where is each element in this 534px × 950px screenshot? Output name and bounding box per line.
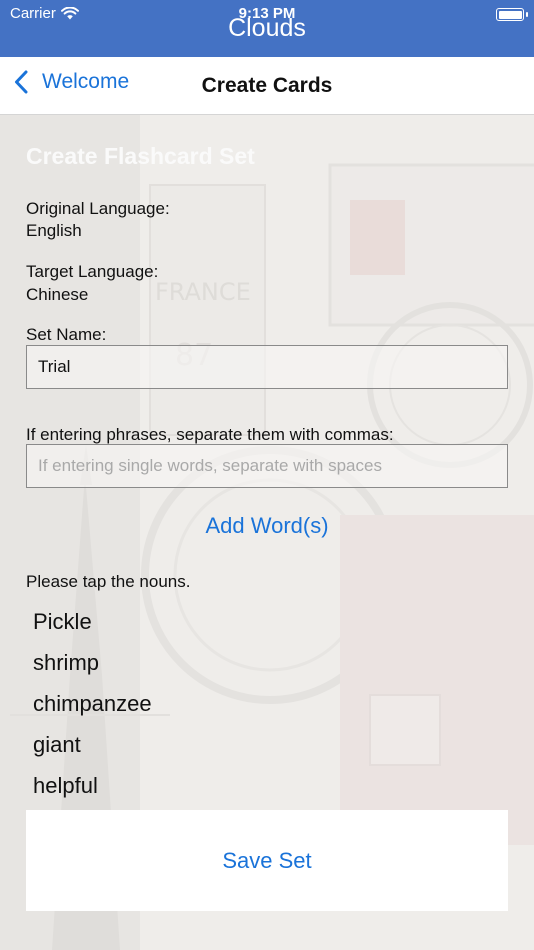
add-words-button[interactable]: Add Word(s) [0,513,534,539]
word-list: Pickle shrimp chimpanzee giant helpful [33,608,152,813]
back-button-label: Welcome [42,70,130,93]
battery-icon [496,8,528,21]
word-item[interactable]: helpful [33,772,152,813]
original-language-label: Original Language: [26,199,170,218]
status-bar: Carrier 9:13 PM Clouds [0,0,534,57]
original-language-value: English [26,221,82,240]
back-button[interactable]: Welcome [14,70,129,94]
word-item[interactable]: chimpanzee [33,690,152,731]
set-name-input[interactable] [26,345,508,389]
word-item[interactable]: giant [33,731,152,772]
save-set-label: Save Set [222,847,312,873]
navigation-bar: Welcome Create Cards [0,57,534,115]
word-item[interactable]: Pickle [33,608,152,649]
form-heading: Create Flashcard Set [26,143,255,169]
nouns-prompt: Please tap the nouns. [26,572,191,591]
phrases-instruction-label: If entering phrases, separate them with … [26,425,394,444]
flashcard-set-form: Create Flashcard Set Original Language: … [0,115,534,950]
target-language-label: Target Language: [26,262,159,281]
words-input[interactable] [26,444,508,488]
word-item[interactable]: shrimp [33,649,152,690]
chevron-left-icon [15,70,28,94]
set-name-label: Set Name: [26,325,107,344]
app-title: Clouds [228,14,306,42]
create-cards-content: FRANCE 87 Create Flashcard Set Original … [0,115,534,950]
target-language-value: Chinese [26,285,89,304]
save-set-button[interactable]: Save Set [26,810,508,911]
